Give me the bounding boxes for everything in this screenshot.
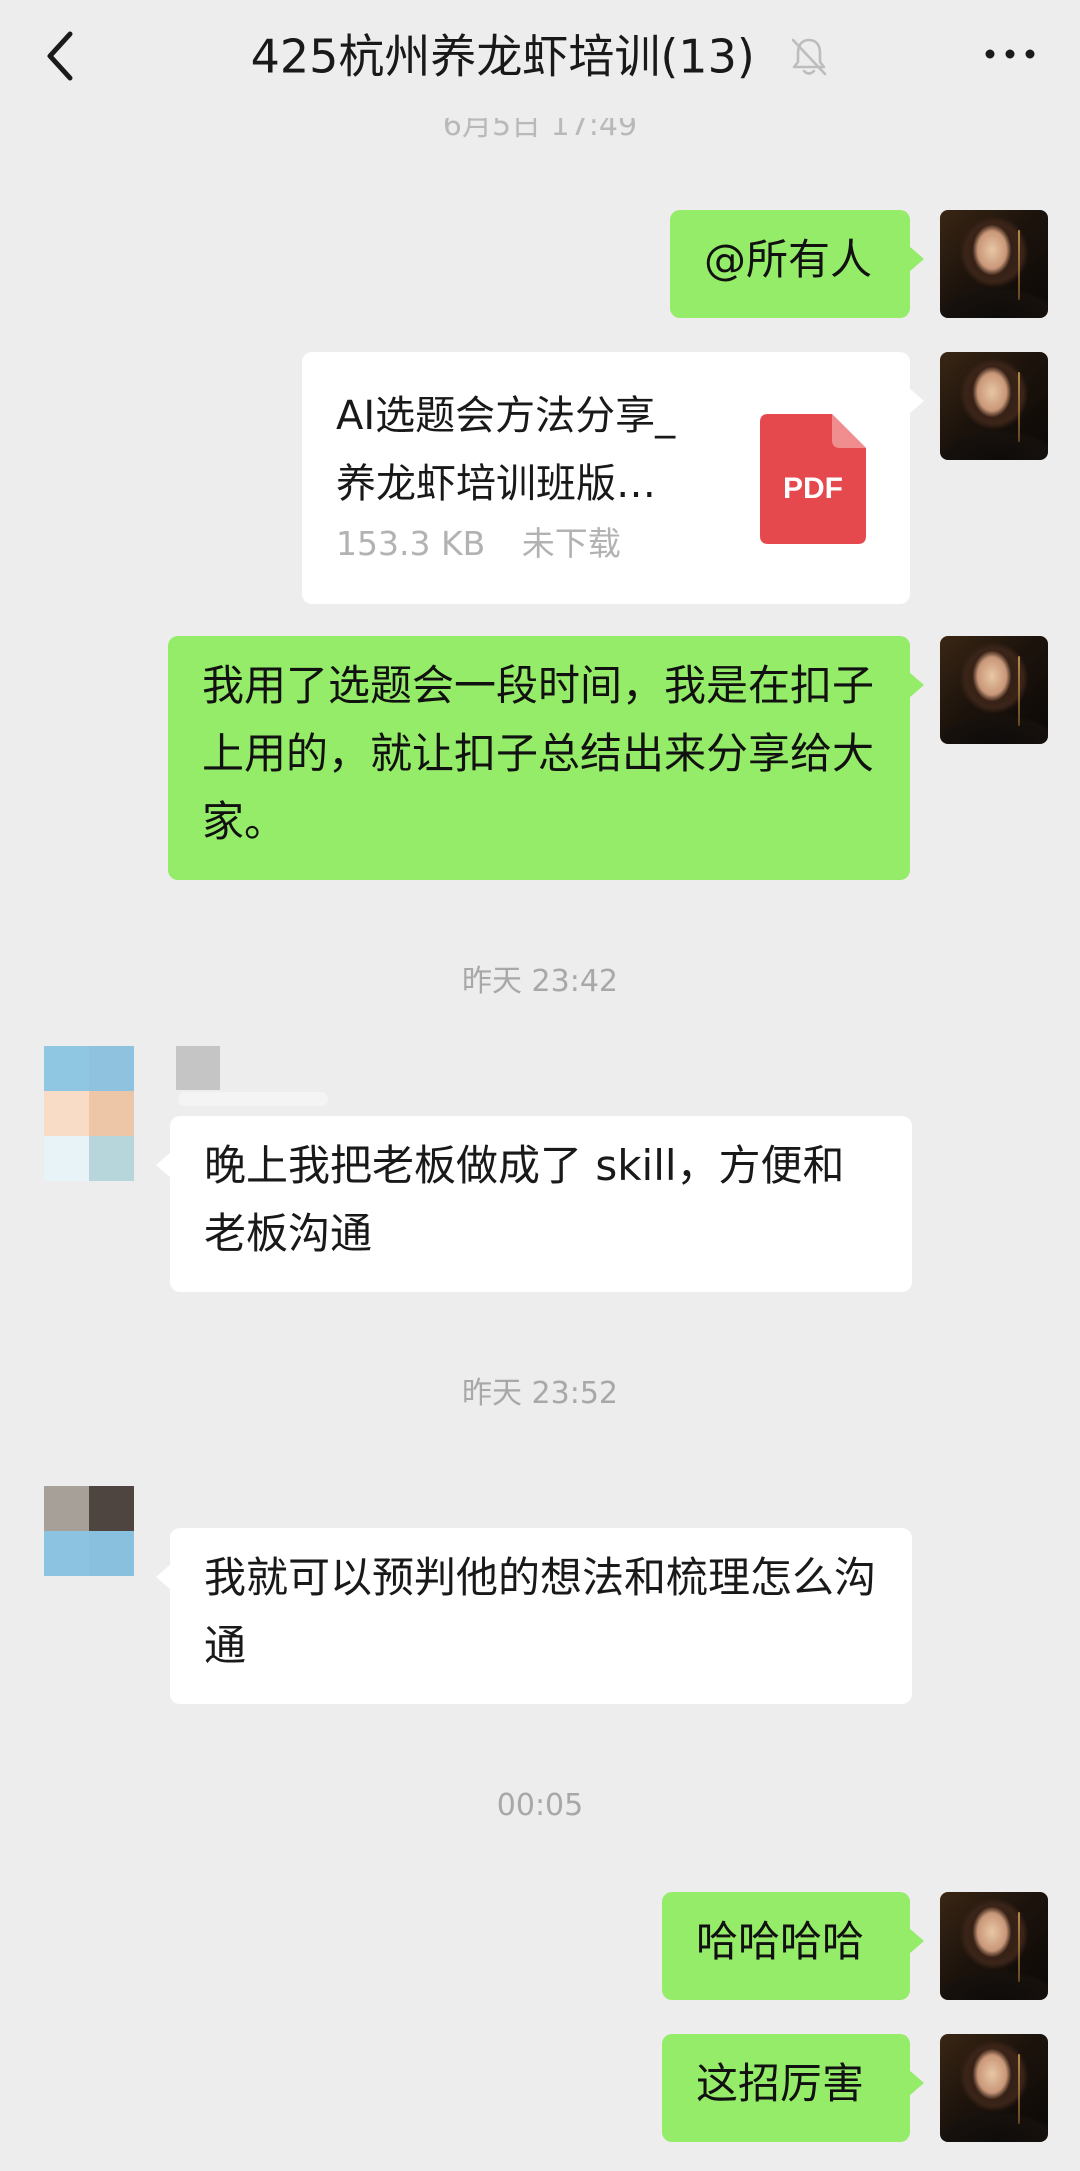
file-name: AI选题会方法分享_ 养龙虾培训班版… xyxy=(336,382,736,518)
avatar-pixel xyxy=(44,1531,89,1576)
my-avatar[interactable] xyxy=(940,636,1048,744)
avatar-pixel xyxy=(89,1531,134,1576)
avatar-pixel xyxy=(44,1136,89,1181)
received-message-bubble[interactable]: 晚上我把老板做成了 skill，方便和老板沟通 xyxy=(156,1116,912,1292)
avatar-pixel xyxy=(89,1486,134,1531)
navigation-bar: 425杭州养龙虾培训(13) xyxy=(0,0,1080,118)
timestamp: 昨天 23:42 xyxy=(462,964,618,999)
bell-off-icon xyxy=(792,38,827,75)
avatar-pixel xyxy=(44,1486,89,1531)
ellipsis-icon[interactable] xyxy=(982,34,1038,74)
avatar-pixel xyxy=(89,1046,134,1091)
sent-message-bubble[interactable]: @所有人 xyxy=(670,210,924,318)
redacted-sender-name xyxy=(178,1092,328,1106)
message-text: @所有人 xyxy=(704,235,873,284)
file-meta: 153.3 KB 未下载 xyxy=(336,524,621,564)
sent-message-bubble[interactable]: 这招厉害 xyxy=(662,2034,924,2142)
file-size: 153.3 KB xyxy=(336,524,486,563)
sent-message-bubble[interactable]: 哈哈哈哈 xyxy=(662,1892,924,2000)
message-text: 我就可以预判他的想法和梳理怎么沟通 xyxy=(204,1553,877,1670)
file-name-line: 养龙虾培训班版… xyxy=(336,461,656,507)
member-avatar[interactable] xyxy=(44,1486,134,1576)
my-avatar[interactable] xyxy=(940,352,1048,460)
message-text: 我用了选题会一段时间，我是在扣子上用的，就让扣子总结出来分享给大家。 xyxy=(202,661,875,846)
my-avatar[interactable] xyxy=(940,210,1048,318)
avatar-pixel xyxy=(89,1136,134,1181)
timestamp: 昨天 23:52 xyxy=(462,1376,618,1411)
received-message-bubble[interactable]: 我就可以预判他的想法和梳理怎么沟通 xyxy=(156,1528,912,1704)
message-text: 这招厉害 xyxy=(696,2059,865,2108)
file-name-line: AI选题会方法分享_ xyxy=(336,393,676,439)
file-message-card[interactable]: AI选题会方法分享_ 养龙虾培训班版… 153.3 KB 未下载 PDF xyxy=(302,352,924,604)
sent-message-bubble[interactable]: 我用了选题会一段时间，我是在扣子上用的，就让扣子总结出来分享给大家。 xyxy=(168,636,924,880)
pdf-label: PDF xyxy=(783,472,843,505)
timestamp: 00:05 xyxy=(496,1788,584,1823)
avatar-pixel xyxy=(44,1046,89,1091)
message-text: 哈哈哈哈 xyxy=(696,1917,865,1966)
my-avatar[interactable] xyxy=(940,1892,1048,2000)
chat-title: 425杭州养龙虾培训(13) xyxy=(0,22,1080,88)
redacted-sender-name xyxy=(176,1046,220,1090)
download-status: 未下载 xyxy=(521,524,621,563)
pdf-file-icon: PDF xyxy=(760,414,866,544)
chat-title-text: 425杭州养龙虾培训(13) xyxy=(250,29,755,84)
message-text: 晚上我把老板做成了 skill，方便和老板沟通 xyxy=(204,1141,845,1258)
avatar-lower xyxy=(44,1091,134,1181)
my-avatar[interactable] xyxy=(940,2034,1048,2142)
